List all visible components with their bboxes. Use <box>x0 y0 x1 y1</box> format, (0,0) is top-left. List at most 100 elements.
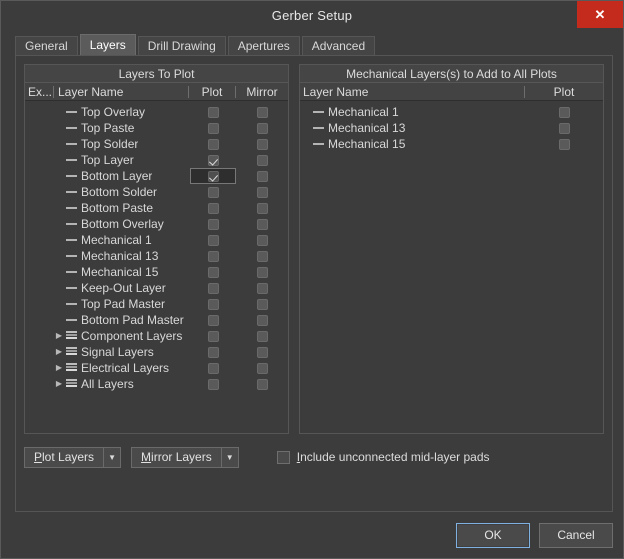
table-row[interactable]: Mechanical 15 <box>25 264 288 280</box>
plot-checkbox-cell[interactable] <box>190 362 236 374</box>
mirror-checkbox-cell[interactable] <box>236 346 288 358</box>
plot-checkbox-cell[interactable] <box>190 234 236 246</box>
plot-layers-button[interactable]: Plot Layers ▼ <box>24 446 122 468</box>
cancel-button[interactable]: Cancel <box>539 522 613 548</box>
checkbox[interactable] <box>207 282 219 294</box>
checkbox[interactable] <box>207 266 219 278</box>
table-row[interactable]: ▶ All Layers <box>25 376 288 392</box>
table-row[interactable]: Bottom Paste <box>25 200 288 216</box>
mirror-checkbox-cell[interactable] <box>236 138 288 150</box>
ok-button[interactable]: OK <box>456 522 530 548</box>
column-header-mirror[interactable]: Mirror <box>236 83 288 101</box>
mirror-checkbox-cell[interactable] <box>236 250 288 262</box>
column-header-plot[interactable]: Plot <box>525 83 603 101</box>
checkbox[interactable] <box>207 170 219 182</box>
checkbox[interactable] <box>256 362 268 374</box>
plot-checkbox-cell[interactable] <box>190 168 236 184</box>
column-header-plot[interactable]: Plot <box>189 83 235 101</box>
mirror-checkbox-cell[interactable] <box>236 202 288 214</box>
table-row[interactable]: Bottom Pad Master <box>25 312 288 328</box>
mirror-checkbox-cell[interactable] <box>236 362 288 374</box>
checkbox[interactable] <box>207 314 219 326</box>
include-mid-layer-pads-checkbox[interactable]: Include unconnected mid-layer pads <box>276 450 490 464</box>
checkbox[interactable] <box>256 330 268 342</box>
tab-apertures[interactable]: Apertures <box>227 36 300 55</box>
checkbox[interactable] <box>207 186 219 198</box>
checkbox[interactable] <box>256 122 268 134</box>
plot-checkbox-cell[interactable] <box>525 138 603 150</box>
close-icon[interactable]: ✕ <box>577 1 623 28</box>
column-header-layer-name[interactable]: Layer Name <box>300 83 524 101</box>
checkbox[interactable] <box>256 378 268 390</box>
chevron-down-icon[interactable]: ▼ <box>103 446 122 468</box>
plot-checkbox-cell[interactable] <box>190 202 236 214</box>
checkbox[interactable] <box>207 346 219 358</box>
mirror-checkbox-cell[interactable] <box>236 122 288 134</box>
chevron-down-icon[interactable]: ▼ <box>220 446 239 468</box>
mirror-checkbox-cell[interactable] <box>236 106 288 118</box>
tab-general[interactable]: General <box>15 36 78 55</box>
plot-checkbox-cell[interactable] <box>190 282 236 294</box>
mirror-checkbox-cell[interactable] <box>236 170 288 182</box>
plot-checkbox-cell[interactable] <box>190 106 236 118</box>
column-header-extend[interactable]: Ex... <box>25 83 53 101</box>
plot-checkbox-cell[interactable] <box>190 266 236 278</box>
checkbox[interactable] <box>207 234 219 246</box>
checkbox[interactable] <box>558 106 570 118</box>
mirror-checkbox-cell[interactable] <box>236 266 288 278</box>
table-row[interactable]: Top Paste <box>25 120 288 136</box>
plot-checkbox-cell[interactable] <box>190 298 236 310</box>
table-row[interactable]: Top Pad Master <box>25 296 288 312</box>
checkbox[interactable] <box>256 250 268 262</box>
checkbox[interactable] <box>207 298 219 310</box>
column-header-layer-name[interactable]: Layer Name <box>54 83 188 101</box>
mirror-checkbox-cell[interactable] <box>236 298 288 310</box>
plot-checkbox-cell[interactable] <box>190 218 236 230</box>
tab-advanced[interactable]: Advanced <box>301 36 376 55</box>
checkbox[interactable] <box>207 138 219 150</box>
table-row[interactable]: Top Overlay <box>25 104 288 120</box>
mirror-checkbox-cell[interactable] <box>236 186 288 198</box>
table-row[interactable]: Mechanical 15 <box>300 136 603 152</box>
plot-checkbox-cell[interactable] <box>190 314 236 326</box>
checkbox[interactable] <box>207 106 219 118</box>
checkbox[interactable] <box>256 282 268 294</box>
mirror-checkbox-cell[interactable] <box>236 234 288 246</box>
mirror-checkbox-cell[interactable] <box>236 154 288 166</box>
checkbox[interactable] <box>256 154 268 166</box>
table-row[interactable]: Mechanical 1 <box>25 232 288 248</box>
mirror-checkbox-cell[interactable] <box>236 378 288 390</box>
checkbox[interactable] <box>207 202 219 214</box>
expand-triangle-icon[interactable]: ▶ <box>53 332 65 340</box>
plot-checkbox-cell[interactable] <box>190 154 236 166</box>
mirror-checkbox-cell[interactable] <box>236 314 288 326</box>
plot-layers-label[interactable]: Plot Layers <box>24 446 104 468</box>
checkbox[interactable] <box>256 314 268 326</box>
mirror-checkbox-cell[interactable] <box>236 218 288 230</box>
plot-checkbox-cell[interactable] <box>525 122 603 134</box>
table-row[interactable]: Keep-Out Layer <box>25 280 288 296</box>
expand-triangle-icon[interactable]: ▶ <box>53 348 65 356</box>
mechanical-layers-list[interactable]: Mechanical 1 Mechanical 13 Mechanical 15 <box>300 101 603 433</box>
expand-triangle-icon[interactable]: ▶ <box>53 364 65 372</box>
checkbox[interactable] <box>256 106 268 118</box>
table-row[interactable]: Mechanical 1 <box>300 104 603 120</box>
plot-checkbox-cell[interactable] <box>190 378 236 390</box>
table-row[interactable]: Top Layer <box>25 152 288 168</box>
tab-layers[interactable]: Layers <box>79 34 136 55</box>
table-row[interactable]: ▶ Signal Layers <box>25 344 288 360</box>
checkbox[interactable] <box>207 154 219 166</box>
tab-drill-drawing[interactable]: Drill Drawing <box>137 36 226 55</box>
checkbox[interactable] <box>207 330 219 342</box>
table-row[interactable]: Top Solder <box>25 136 288 152</box>
mirror-layers-button[interactable]: Mirror Layers ▼ <box>131 446 239 468</box>
plot-checkbox-cell[interactable] <box>190 138 236 150</box>
checkbox[interactable] <box>256 202 268 214</box>
table-row[interactable]: Bottom Layer <box>25 168 288 184</box>
plot-checkbox-cell[interactable] <box>190 122 236 134</box>
layers-to-plot-list[interactable]: Top Overlay Top Paste Top Solder Top Layer B… <box>25 101 288 433</box>
mirror-layers-label[interactable]: Mirror Layers <box>131 446 221 468</box>
checkbox[interactable] <box>256 234 268 246</box>
plot-checkbox-cell[interactable] <box>190 186 236 198</box>
table-row[interactable]: ▶ Component Layers <box>25 328 288 344</box>
